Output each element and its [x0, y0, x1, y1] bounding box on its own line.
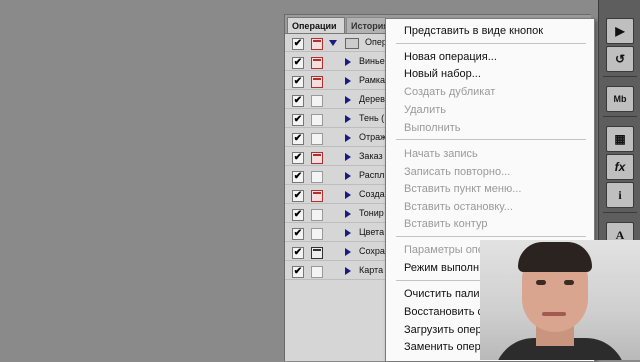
action-label: Тонир [359, 208, 384, 218]
dock-separator [603, 76, 637, 77]
action-label: Дерев [359, 94, 385, 104]
expand-right-icon[interactable] [345, 210, 351, 218]
toggle-checkbox[interactable]: ✔ [292, 133, 304, 145]
menu-item-clear-actions[interactable]: Очистить пали [404, 286, 480, 302]
toggle-checkbox[interactable]: ✔ [292, 209, 304, 221]
toggle-checkbox[interactable]: ✔ [292, 190, 304, 202]
dialog-toggle-icon[interactable] [311, 266, 323, 278]
menu-separator [396, 139, 586, 140]
action-label: Созда [359, 189, 385, 199]
history-brush-icon[interactable]: ↺ [606, 46, 634, 72]
expand-right-icon[interactable] [345, 115, 351, 123]
expand-right-icon[interactable] [345, 267, 351, 275]
dialog-toggle-icon[interactable] [311, 171, 323, 183]
menu-item-insert-stop[interactable]: Вставить остановку... [404, 199, 513, 215]
action-label: Карта [359, 265, 384, 275]
menu-item-duplicate[interactable]: Создать дубликат [404, 84, 495, 100]
dock-separator [603, 116, 637, 117]
expand-right-icon[interactable] [345, 134, 351, 142]
fx-icon[interactable]: fx [606, 154, 634, 180]
toggle-checkbox[interactable]: ✔ [292, 57, 304, 69]
expand-right-icon[interactable] [345, 96, 351, 104]
dialog-toggle-icon[interactable] [311, 57, 323, 69]
dialog-toggle-icon[interactable] [311, 228, 323, 240]
toggle-checkbox[interactable]: ✔ [292, 38, 304, 50]
dialog-toggle-icon[interactable] [311, 38, 323, 50]
action-label: Цвета [359, 227, 385, 237]
presenter-mouth [542, 312, 566, 316]
toggle-checkbox[interactable]: ✔ [292, 228, 304, 240]
info-icon[interactable]: i [606, 182, 634, 208]
action-label: Винье [359, 56, 385, 66]
toggle-checkbox[interactable]: ✔ [292, 76, 304, 88]
dialog-toggle-icon[interactable] [311, 247, 323, 259]
expand-down-icon[interactable] [329, 40, 337, 46]
menu-item-start-recording[interactable]: Начать запись [404, 146, 478, 162]
action-label: Отраж [359, 132, 387, 142]
toggle-checkbox[interactable]: ✔ [292, 247, 304, 259]
menu-item-load-actions[interactable]: Загрузить опер [404, 322, 482, 338]
menu-item-new-action[interactable]: Новая операция... [404, 49, 497, 65]
expand-right-icon[interactable] [345, 248, 351, 256]
menu-separator [396, 43, 586, 44]
expand-right-icon[interactable] [345, 153, 351, 161]
expand-right-icon[interactable] [345, 77, 351, 85]
menu-item-reset-actions[interactable]: Восстановить с [404, 304, 483, 320]
action-label: Тень ( [359, 113, 385, 123]
menu-item-new-set[interactable]: Новый набор... [404, 66, 481, 82]
presenter-eye [564, 280, 574, 285]
dialog-toggle-icon[interactable] [311, 209, 323, 221]
presenter-eye [536, 280, 546, 285]
menu-item-record-again[interactable]: Записать повторно... [404, 164, 510, 180]
menu-item-insert-menu-item[interactable]: Вставить пункт меню... [404, 181, 521, 197]
dialog-toggle-icon[interactable] [311, 133, 323, 145]
presenter-hair [518, 242, 592, 272]
mini-bridge-icon[interactable]: Mb [606, 86, 634, 112]
menu-item-insert-path[interactable]: Вставить контур [404, 216, 487, 232]
action-label: Распл [359, 170, 385, 180]
action-label: Заказ [359, 151, 383, 161]
expand-right-icon[interactable] [345, 58, 351, 66]
dialog-toggle-icon[interactable] [311, 152, 323, 164]
action-label: Сохра [359, 246, 385, 256]
menu-item-play[interactable]: Выполнить [404, 120, 460, 136]
toggle-checkbox[interactable]: ✔ [292, 114, 304, 126]
dialog-toggle-icon[interactable] [311, 76, 323, 88]
menu-item-playback-options[interactable]: Режим выполн [404, 260, 479, 276]
dialog-toggle-icon[interactable] [311, 114, 323, 126]
menu-separator [396, 236, 586, 237]
folder-icon [345, 38, 359, 49]
webcam-overlay [480, 240, 640, 360]
toggle-checkbox[interactable]: ✔ [292, 152, 304, 164]
menu-item-action-options[interactable]: Параметры опе [404, 242, 484, 258]
menu-item-delete[interactable]: Удалить [404, 102, 446, 118]
dialog-toggle-icon[interactable] [311, 95, 323, 107]
menu-item-replace-actions[interactable]: Заменить опера [404, 339, 487, 355]
expand-right-icon[interactable] [345, 229, 351, 237]
menu-item-button-mode[interactable]: Представить в виде кнопок [404, 23, 543, 39]
dialog-toggle-icon[interactable] [311, 190, 323, 202]
tab-actions[interactable]: Операции [287, 17, 345, 33]
expand-right-icon[interactable] [345, 172, 351, 180]
toggle-checkbox[interactable]: ✔ [292, 95, 304, 107]
toggle-checkbox[interactable]: ✔ [292, 171, 304, 183]
grid-icon[interactable]: ▦ [606, 126, 634, 152]
action-label: Рамка [359, 75, 386, 85]
dock-separator [603, 212, 637, 213]
expand-right-icon[interactable] [345, 191, 351, 199]
action-set-label: Опер [365, 37, 387, 47]
toggle-checkbox[interactable]: ✔ [292, 266, 304, 278]
play-icon[interactable]: ▶ [606, 18, 634, 44]
tab-history[interactable]: История [346, 17, 386, 33]
